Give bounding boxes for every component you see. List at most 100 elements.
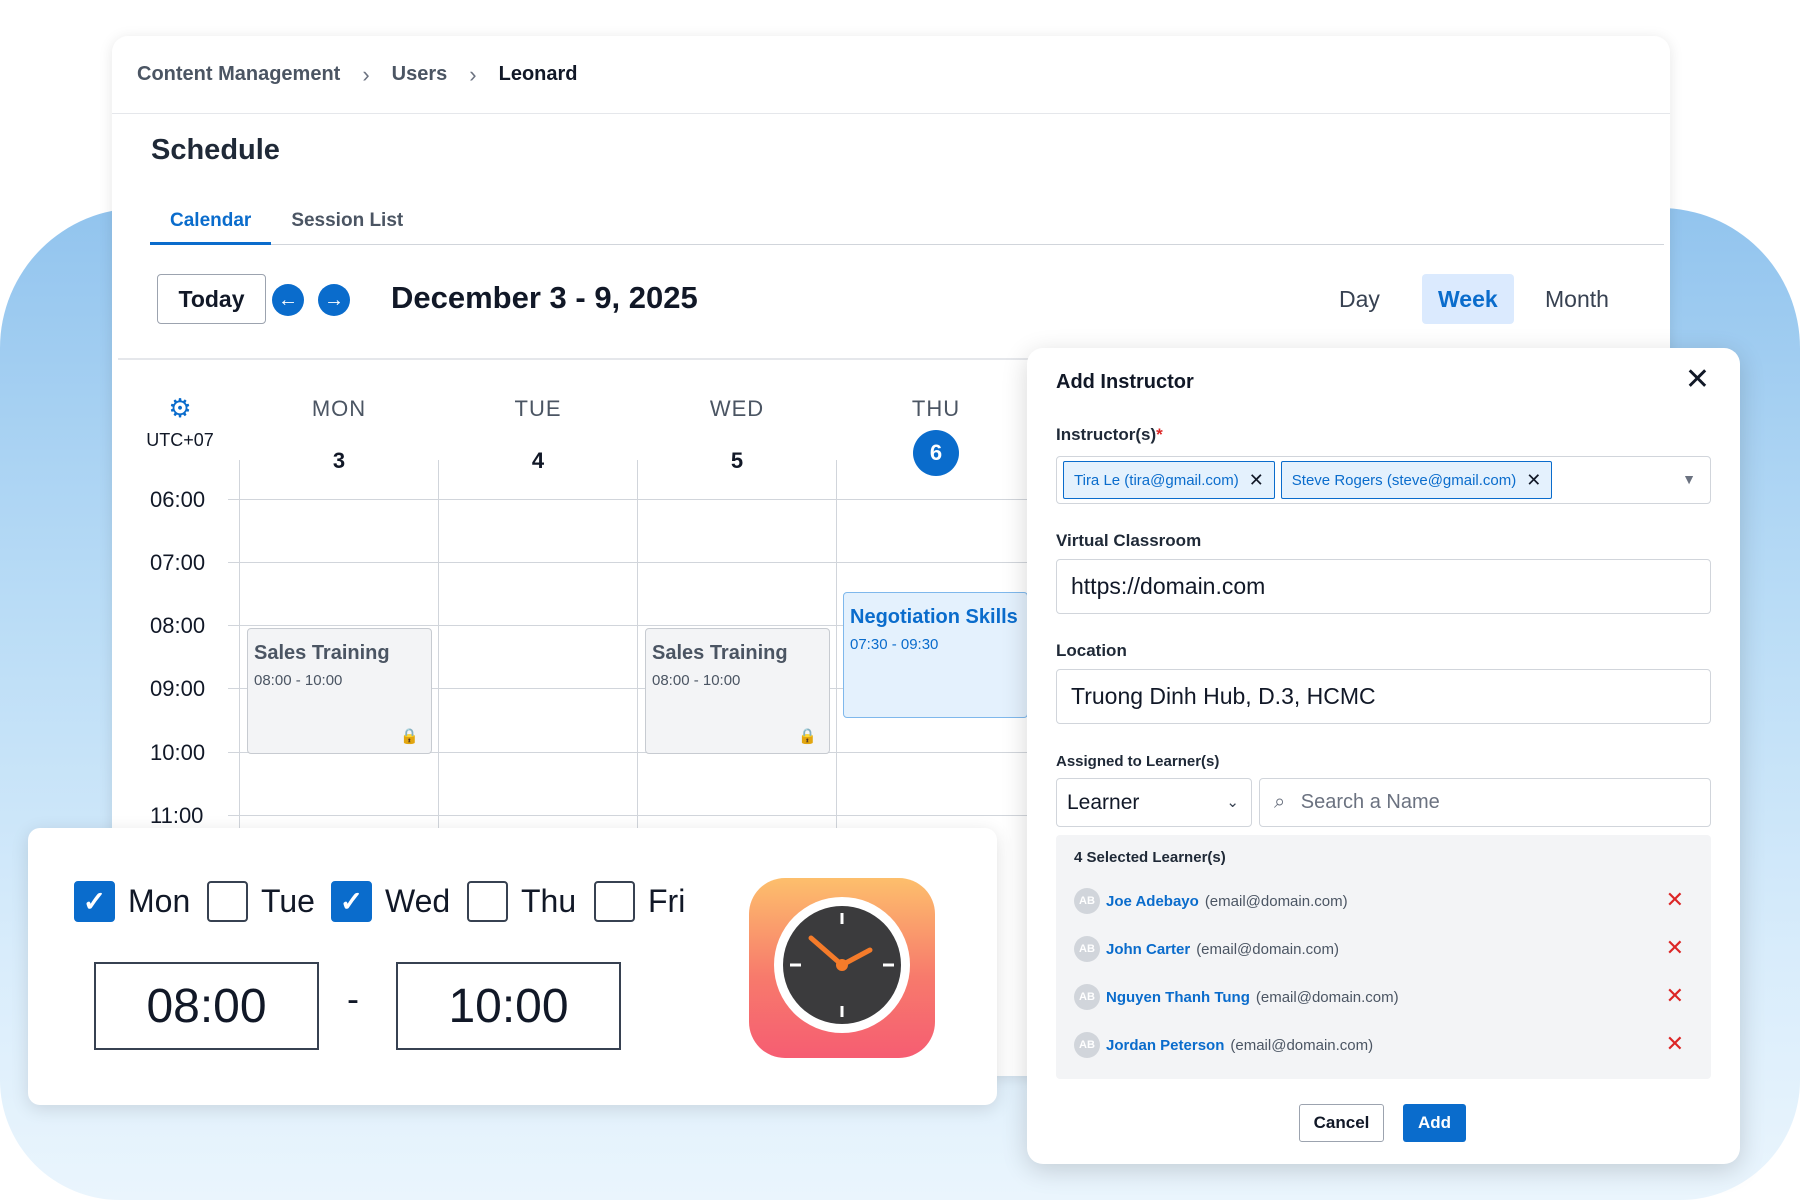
lock-icon: 🔒 bbox=[798, 728, 817, 745]
chevron-right-icon: › bbox=[362, 61, 370, 87]
instructor-multiselect[interactable]: Tira Le (tira@gmail.com) ✕ Steve Rogers … bbox=[1056, 456, 1711, 504]
selected-learners-list: 4 Selected Learner(s) AB Joe Adebayo (em… bbox=[1056, 835, 1711, 1079]
virtual-classroom-label: Virtual Classroom bbox=[1056, 531, 1202, 550]
checkbox-checked[interactable]: ✓ bbox=[74, 881, 115, 922]
learner-row: AB Jordan Peterson (email@domain.com) ✕ bbox=[1074, 1031, 1694, 1059]
learner-row: AB Nguyen Thanh Tung (email@domain.com) … bbox=[1074, 983, 1694, 1011]
search-placeholder: Search a Name bbox=[1300, 791, 1440, 813]
cancel-button[interactable]: Cancel bbox=[1299, 1104, 1384, 1142]
remove-learner-icon[interactable]: ✕ bbox=[1666, 1031, 1684, 1057]
required-mark: * bbox=[1156, 425, 1163, 444]
day-option-wed[interactable]: ✓ Wed bbox=[331, 881, 450, 922]
start-time-input[interactable]: 08:00 bbox=[94, 962, 319, 1050]
remove-learner-icon[interactable]: ✕ bbox=[1666, 887, 1684, 913]
learner-name[interactable]: Nguyen Thanh Tung bbox=[1106, 989, 1250, 1006]
event-card[interactable]: Sales Training 08:00 - 10:00 🔒 bbox=[645, 628, 830, 754]
remove-chip-icon[interactable]: ✕ bbox=[1249, 470, 1264, 491]
search-icon: ⌕ bbox=[1274, 791, 1286, 813]
tab-bar: Calendar Session List bbox=[150, 201, 1664, 245]
checkbox[interactable] bbox=[207, 881, 248, 922]
end-time-input[interactable]: 10:00 bbox=[396, 962, 621, 1050]
hour-label: 06:00 bbox=[150, 487, 206, 512]
avatar: AB bbox=[1074, 1032, 1100, 1058]
day-option-mon[interactable]: ✓ Mon bbox=[74, 881, 190, 922]
hour-label: 11:00 bbox=[150, 803, 204, 828]
selected-count: 4 Selected Learner(s) bbox=[1074, 849, 1226, 866]
learner-row: AB John Carter (email@domain.com) ✕ bbox=[1074, 935, 1694, 963]
avatar: AB bbox=[1074, 936, 1100, 962]
instructors-label: Instructor(s)* bbox=[1056, 425, 1163, 445]
instructor-chip: Steve Rogers (steve@gmail.com) ✕ bbox=[1280, 461, 1553, 499]
remove-chip-icon[interactable]: ✕ bbox=[1526, 470, 1541, 491]
add-button[interactable]: Add bbox=[1403, 1104, 1466, 1142]
learner-email: (email@domain.com) bbox=[1230, 1036, 1374, 1054]
add-instructor-dialog: Add Instructor ✕ Instructor(s)* Tira Le … bbox=[1027, 348, 1740, 1164]
day-option-label: Tue bbox=[261, 883, 315, 919]
hour-label: 09:00 bbox=[150, 676, 206, 701]
view-month-button[interactable]: Month bbox=[1529, 274, 1625, 324]
day-name: TUE bbox=[514, 396, 562, 421]
date-range: December 3 - 9, 2025 bbox=[391, 280, 698, 315]
day-option-fri[interactable]: Fri bbox=[594, 881, 685, 922]
learner-name[interactable]: Joe Adebayo bbox=[1106, 893, 1199, 910]
location-input[interactable]: Truong Dinh Hub, D.3, HCMC bbox=[1056, 669, 1711, 724]
learner-email: (email@domain.com) bbox=[1255, 988, 1399, 1006]
checkbox-checked[interactable]: ✓ bbox=[331, 881, 372, 922]
day-option-label: Fri bbox=[648, 883, 686, 919]
event-card[interactable]: Sales Training 08:00 - 10:00 🔒 bbox=[247, 628, 432, 754]
day-header-wed: WED 5 bbox=[647, 396, 827, 484]
learner-type-value: Learner bbox=[1067, 791, 1140, 814]
day-option-tue[interactable]: Tue bbox=[207, 881, 315, 922]
learner-row: AB Joe Adebayo (email@domain.com) ✕ bbox=[1074, 887, 1694, 915]
tab-session-list[interactable]: Session List bbox=[271, 201, 423, 245]
chevron-right-icon: › bbox=[469, 61, 477, 87]
event-card[interactable]: Negotiation Skills 07:30 - 09:30 bbox=[843, 592, 1028, 718]
chevron-down-icon: ⌄ bbox=[1226, 794, 1239, 811]
event-time: 08:00 - 10:00 bbox=[254, 672, 343, 689]
virtual-classroom-input[interactable]: https://domain.com bbox=[1056, 559, 1711, 614]
timezone-label: UTC+07 bbox=[146, 430, 214, 450]
learner-name[interactable]: John Carter bbox=[1106, 941, 1190, 958]
timezone: ⚙ UTC+07 bbox=[140, 394, 220, 451]
today-button[interactable]: Today bbox=[157, 274, 266, 324]
arrow-right-icon[interactable]: → bbox=[318, 284, 350, 316]
hour-label: 10:00 bbox=[150, 740, 206, 765]
checkbox[interactable] bbox=[594, 881, 635, 922]
breadcrumb-item[interactable]: Content Management bbox=[137, 63, 340, 86]
learner-type-select[interactable]: Learner ⌄ bbox=[1056, 778, 1252, 827]
day-option-thu[interactable]: Thu bbox=[467, 881, 576, 922]
remove-learner-icon[interactable]: ✕ bbox=[1666, 983, 1684, 1009]
day-header-thu: THU 6 bbox=[846, 396, 1026, 476]
breadcrumb: Content Management › Users › Leonard bbox=[112, 36, 1670, 114]
dialog-title: Add Instructor bbox=[1056, 371, 1194, 393]
lock-icon: 🔒 bbox=[400, 728, 419, 745]
close-icon[interactable]: ✕ bbox=[1685, 364, 1710, 396]
hour-label: 07:00 bbox=[150, 550, 206, 575]
checkbox[interactable] bbox=[467, 881, 508, 922]
gear-icon[interactable]: ⚙ bbox=[140, 394, 220, 422]
remove-learner-icon[interactable]: ✕ bbox=[1666, 935, 1684, 961]
breadcrumb-current: Leonard bbox=[498, 63, 578, 85]
event-title: Negotiation Skills bbox=[850, 606, 1018, 628]
day-date-today[interactable]: 6 bbox=[913, 430, 959, 476]
day-date: 3 bbox=[332, 448, 346, 473]
view-day-button[interactable]: Day bbox=[1323, 274, 1396, 324]
learner-name[interactable]: Jordan Peterson bbox=[1106, 1037, 1224, 1054]
assigned-learners-label: Assigned to Learner(s) bbox=[1056, 753, 1220, 770]
repeat-panel: ✓ Mon Tue ✓ Wed Thu Fri 08:00 - 10:00 bbox=[28, 828, 997, 1105]
arrow-left-icon[interactable]: ← bbox=[272, 284, 304, 316]
event-time: 07:30 - 09:30 bbox=[850, 636, 939, 653]
chevron-down-icon[interactable]: ▼ bbox=[1682, 471, 1696, 487]
day-option-label: Wed bbox=[385, 883, 451, 919]
tab-calendar[interactable]: Calendar bbox=[150, 201, 272, 245]
breadcrumb-item[interactable]: Users bbox=[392, 63, 448, 86]
event-title: Sales Training bbox=[652, 642, 788, 664]
day-header-tue: TUE 4 bbox=[448, 396, 628, 484]
chip-label: Tira Le (tira@gmail.com) bbox=[1074, 471, 1239, 489]
view-week-button[interactable]: Week bbox=[1422, 274, 1514, 324]
event-time: 08:00 - 10:00 bbox=[652, 672, 741, 689]
time-separator: - bbox=[347, 978, 359, 1019]
chip-label: Steve Rogers (steve@gmail.com) bbox=[1291, 471, 1517, 489]
learner-search-input[interactable]: ⌕ Search a Name bbox=[1259, 778, 1711, 827]
day-date: 4 bbox=[531, 448, 545, 473]
